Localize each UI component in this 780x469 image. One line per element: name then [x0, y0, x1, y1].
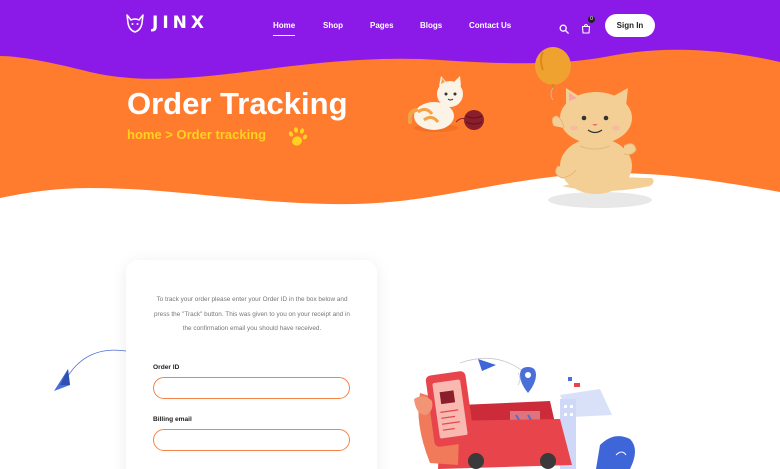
order-tracking-card: To track your order please enter your Or… — [126, 260, 377, 469]
billing-email-input[interactable] — [153, 429, 350, 451]
cat-with-yarn-illustration — [408, 76, 484, 132]
order-id-input[interactable] — [153, 377, 350, 399]
breadcrumb-separator: > — [165, 127, 173, 142]
search-icon — [559, 24, 569, 34]
billing-email-label: Billing email — [153, 416, 192, 423]
nav-item-home[interactable]: Home — [273, 21, 296, 36]
page-title: Order Tracking — [127, 86, 348, 121]
sitting-cat-illustration — [548, 88, 654, 208]
breadcrumb-current: Order tracking — [176, 127, 267, 142]
search-button[interactable] — [559, 21, 569, 39]
cart-count-badge: 0 — [588, 16, 595, 23]
tracking-instructions: To track your order please enter your Or… — [153, 296, 350, 332]
nav-item-pages[interactable]: Pages — [370, 21, 394, 30]
delivery-illustration — [414, 357, 635, 469]
sign-in-button[interactable]: Sign In — [605, 14, 655, 37]
nav-item-blogs[interactable]: Blogs — [420, 21, 442, 30]
paper-plane-illustration — [54, 349, 127, 391]
cart-button[interactable]: 0 — [581, 16, 595, 39]
cart-icon — [581, 24, 591, 34]
paw-print-icon — [288, 127, 308, 146]
breadcrumb: home > Order tracking — [127, 127, 266, 142]
breadcrumb-home-link[interactable]: home — [127, 127, 162, 142]
nav-item-contact-us[interactable]: Contact Us — [469, 21, 511, 30]
nav-item-shop[interactable]: Shop — [323, 21, 343, 30]
main-nav: Home Shop Pages Blogs Contact Us — [0, 21, 780, 36]
order-id-label: Order ID — [153, 364, 180, 371]
